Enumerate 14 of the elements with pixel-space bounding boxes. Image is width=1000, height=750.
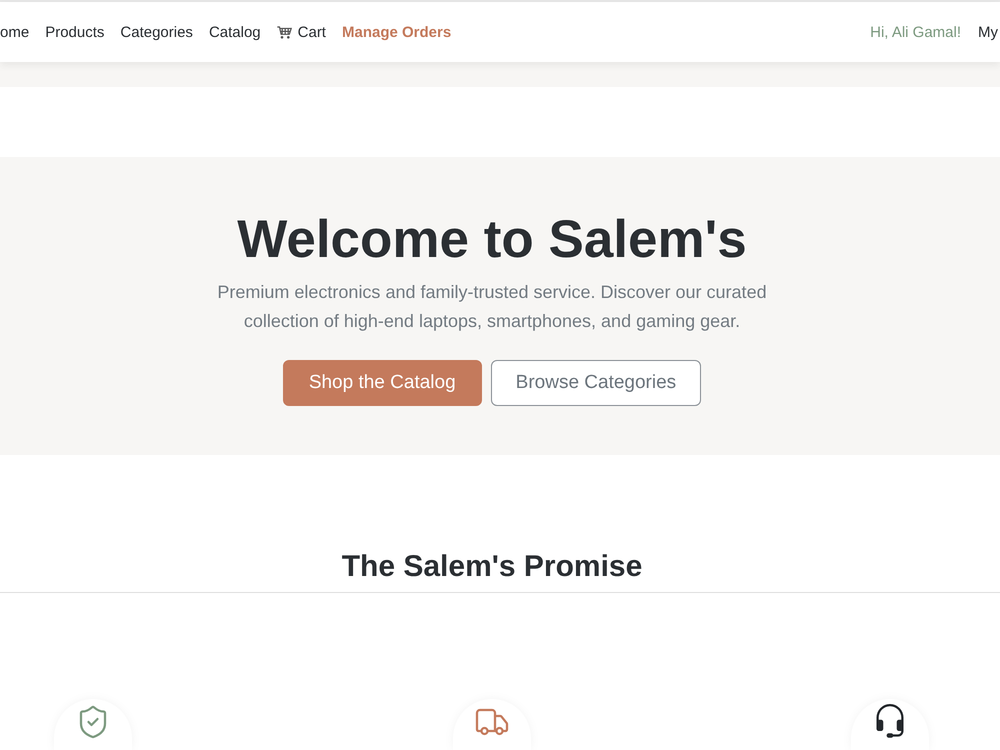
- shield-check-icon: [54, 699, 132, 750]
- cart-link[interactable]: Cart: [276, 24, 326, 40]
- account-link[interactable]: My: [978, 24, 998, 40]
- nav-link[interactable]: Categories: [120, 24, 193, 40]
- section-heading: The Salem's Promise: [342, 550, 642, 583]
- cart-icon: [276, 26, 292, 38]
- nav-link[interactable]: Products: [45, 24, 104, 40]
- hero-title: Welcome to Salem's: [237, 209, 747, 271]
- secondary-button[interactable]: Browse Categories: [490, 360, 702, 406]
- hero-subtitle: Premium electronics and family-trusted service. Discover our curated collection of high-end laptops, smartphones, and gaming gear.: [216, 281, 768, 333]
- nav-link[interactable]: ome: [0, 24, 30, 40]
- headset-icon: [851, 699, 929, 750]
- nav-link[interactable]: Catalog: [208, 24, 261, 40]
- greeting-text: Hi, Ali Gamal!: [870, 24, 961, 40]
